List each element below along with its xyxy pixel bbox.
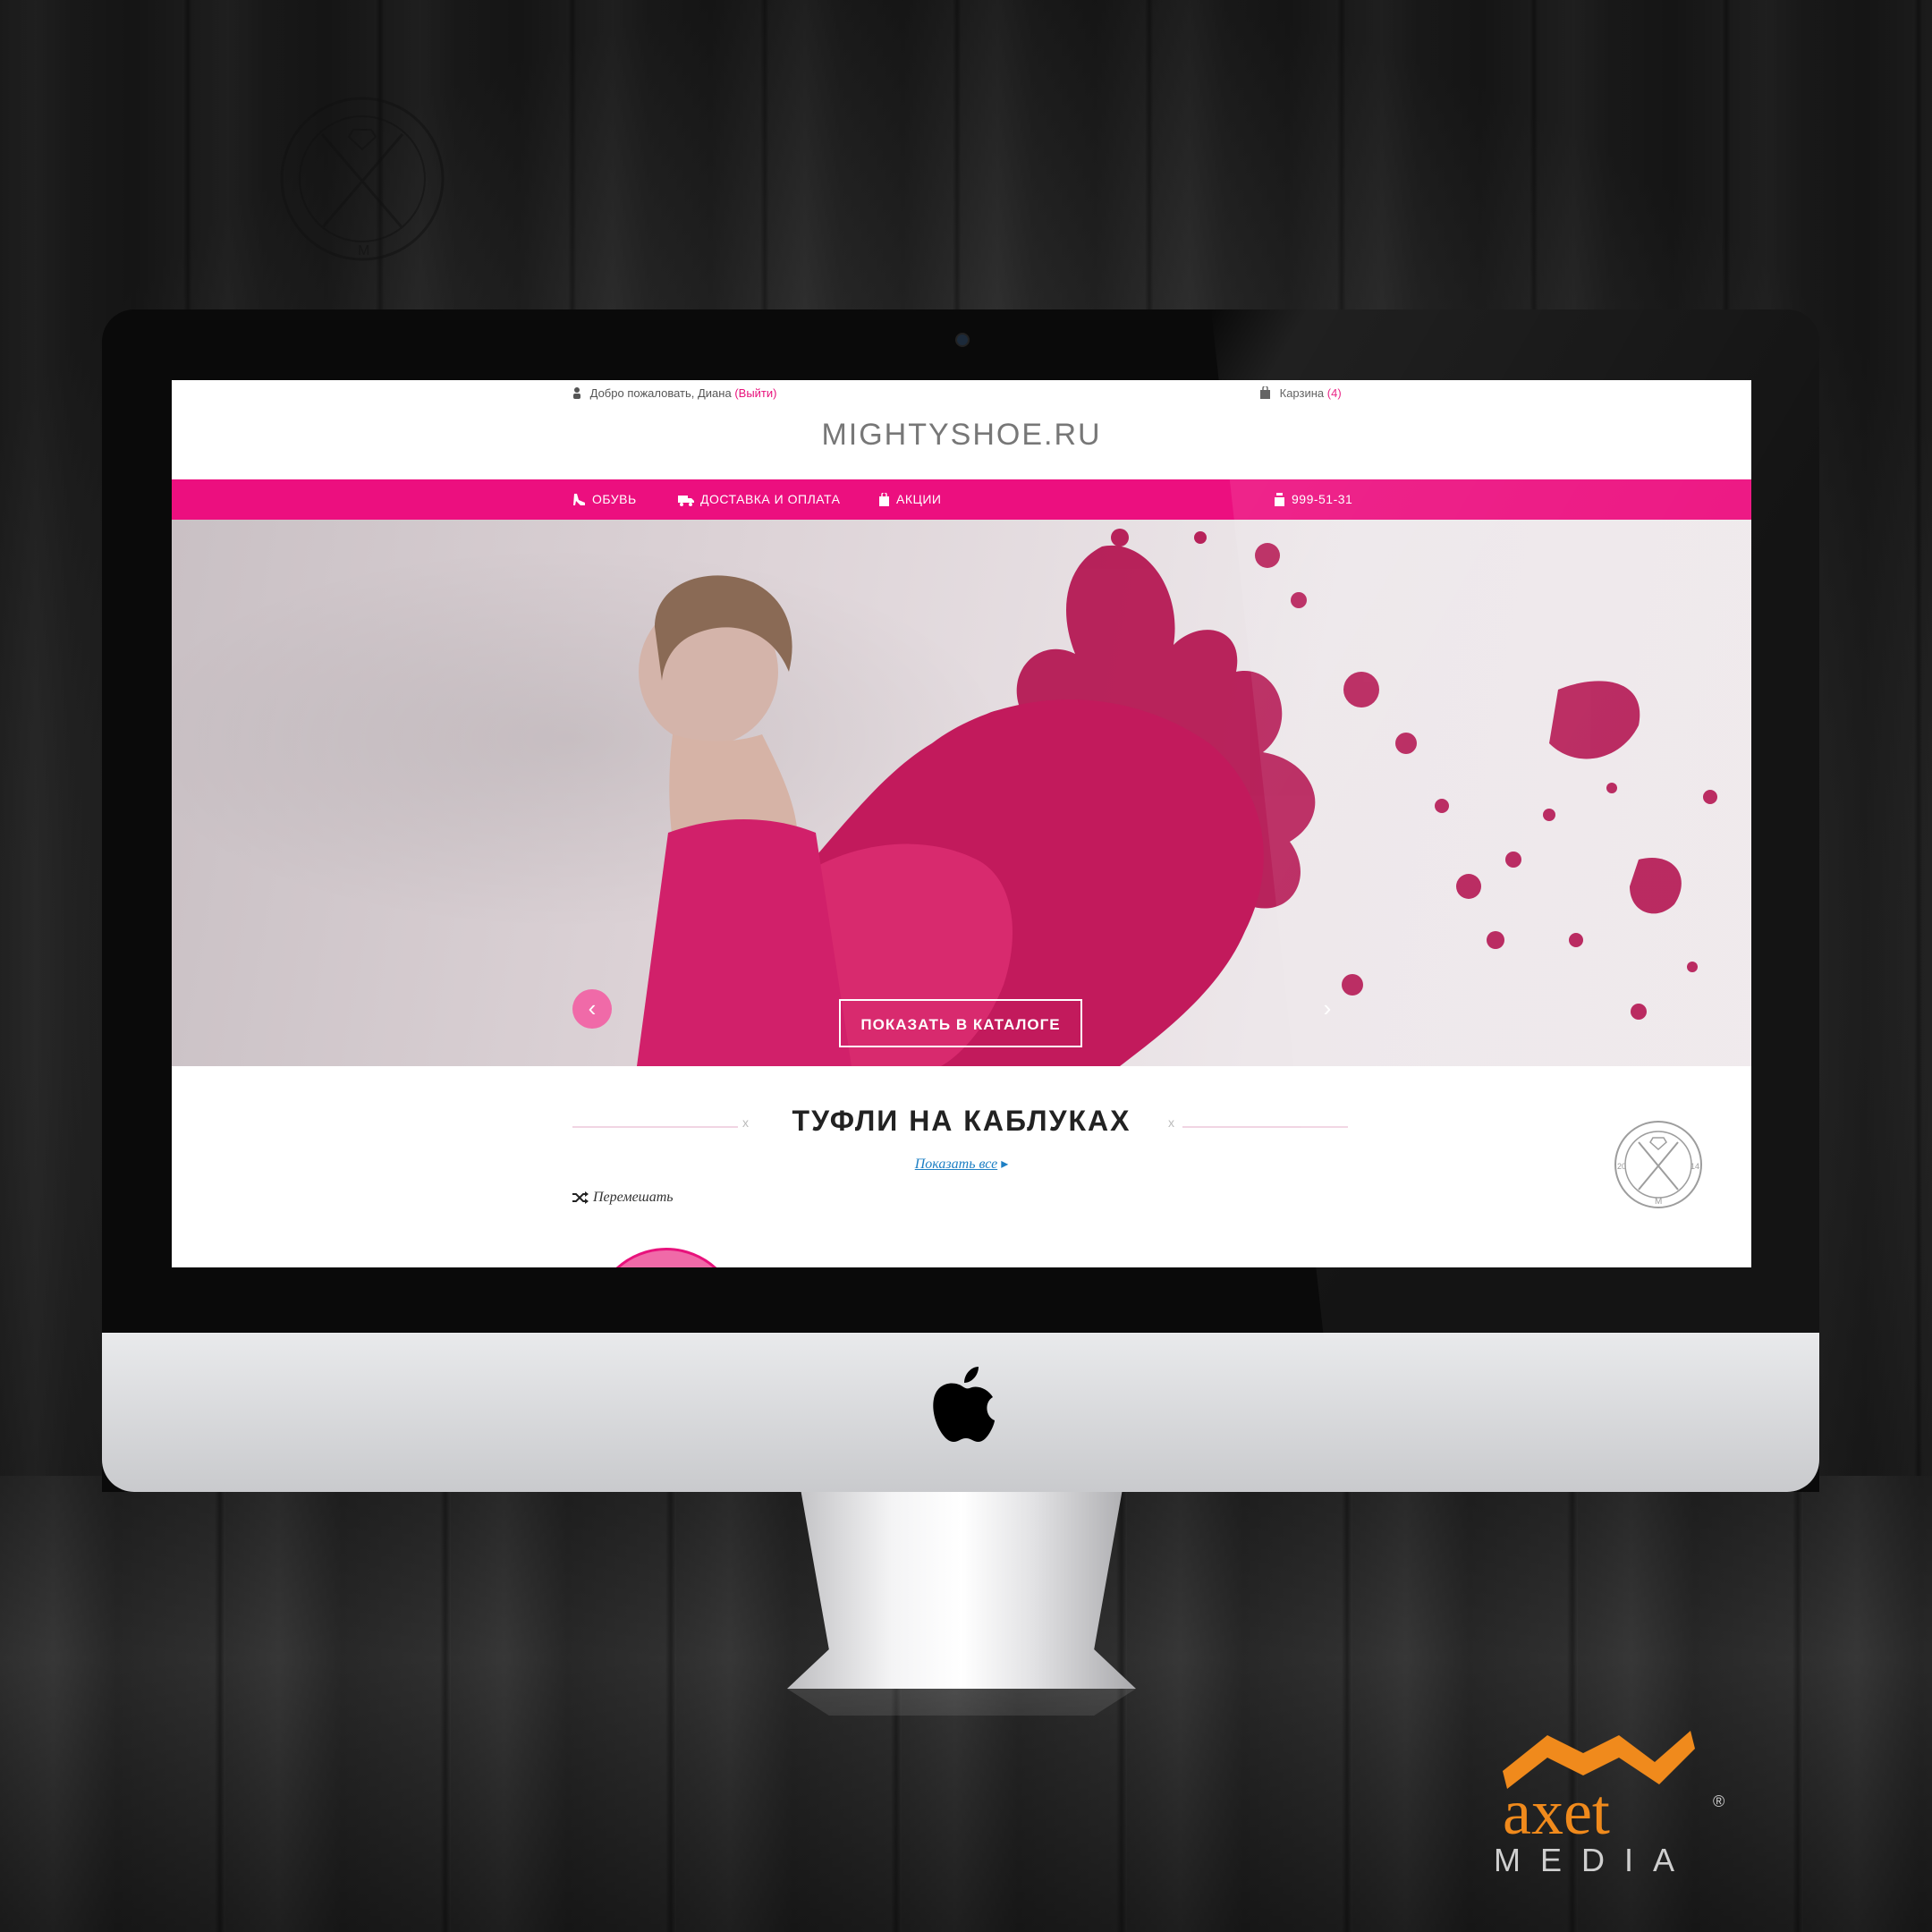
imac-stand bbox=[787, 1492, 1136, 1689]
badge-right-year: 14 bbox=[1690, 1162, 1699, 1171]
product-badge bbox=[592, 1248, 741, 1267]
brand-badge-icon: 20 14 M bbox=[1614, 1121, 1702, 1208]
nav-label-shoes: ОБУВЬ bbox=[592, 492, 637, 506]
shuffle-label: Перемешать bbox=[593, 1190, 674, 1205]
wall-emblem-icon: M bbox=[280, 97, 445, 261]
main-nav: ОБУВЬ ДОСТАВКА И ОПЛАТА АКЦИИ 999-51-31 bbox=[172, 479, 1751, 520]
cart-link[interactable]: Карзина (4) bbox=[1259, 386, 1342, 400]
site-logo[interactable]: MIGHTYSHOE.RU bbox=[172, 418, 1751, 453]
cart-bag-icon bbox=[1260, 386, 1270, 399]
badge-left-year: 20 bbox=[1617, 1162, 1626, 1171]
divider-mark-right: x bbox=[1168, 1115, 1174, 1130]
cart-label: Карзина bbox=[1279, 386, 1325, 400]
show-all-marker: ▸ bbox=[1001, 1157, 1009, 1172]
nav-label-promo: АКЦИИ bbox=[896, 492, 942, 506]
section-title: ТУФЛИ НА КАБЛУКАХ bbox=[792, 1105, 1131, 1137]
shoe-icon bbox=[573, 494, 585, 505]
shuffle-button[interactable]: Перемешать bbox=[572, 1190, 674, 1206]
nav-item-delivery[interactable]: ДОСТАВКА И ОПЛАТА bbox=[678, 479, 840, 520]
badge-letter: M bbox=[1655, 1197, 1662, 1207]
welcome-area: Добро пожаловать, Диана (Выйти) bbox=[572, 386, 776, 400]
title-divider-right bbox=[1182, 1126, 1348, 1128]
phone-icon bbox=[1275, 493, 1284, 506]
top-bar: Добро пожаловать, Диана (Выйти) Карзина … bbox=[172, 380, 1751, 479]
slider-prev-button[interactable]: ‹ bbox=[572, 989, 612, 1029]
axet-brand-text: axet bbox=[1503, 1776, 1610, 1848]
hero-image bbox=[637, 529, 1717, 1066]
slider-next-button[interactable]: › bbox=[1308, 989, 1347, 1029]
phone-number: 999-51-31 bbox=[1292, 492, 1353, 506]
axet-media-text: MEDIA bbox=[1494, 1842, 1694, 1878]
axet-registered-mark: ® bbox=[1713, 1792, 1724, 1810]
nav-item-promo[interactable]: АКЦИИ bbox=[878, 479, 941, 520]
welcome-text: Добро пожаловать, Диана bbox=[589, 386, 732, 400]
user-icon bbox=[573, 387, 580, 399]
website-screen: Добро пожаловать, Диана (Выйти) Карзина … bbox=[172, 380, 1751, 1267]
svg-text:M: M bbox=[358, 243, 369, 258]
truck-icon bbox=[678, 496, 694, 506]
shuffle-icon bbox=[572, 1191, 589, 1204]
show-in-catalog-button[interactable]: ПОКАЗАТЬ В КАТАЛОГЕ bbox=[839, 999, 1082, 1047]
nav-item-shoes[interactable]: ОБУВЬ bbox=[572, 479, 637, 520]
apple-logo-icon bbox=[933, 1367, 995, 1442]
bag-icon bbox=[879, 491, 889, 506]
cart-count: (4) bbox=[1326, 386, 1342, 400]
logout-link[interactable]: (Выйти) bbox=[734, 386, 776, 400]
camera-icon bbox=[955, 333, 970, 347]
nav-phone[interactable]: 999-51-31 bbox=[1274, 479, 1352, 520]
show-all-text: Показать все bbox=[914, 1157, 998, 1172]
axet-media-watermark: axet ® MEDIA bbox=[1494, 1731, 1724, 1878]
hero-slider: ПОКАЗАТЬ В КАТАЛОГЕ ‹ › bbox=[172, 520, 1751, 1066]
nav-label-delivery: ДОСТАВКА И ОПЛАТА bbox=[700, 492, 841, 506]
show-all-link[interactable]: Показать все ▸ bbox=[172, 1155, 1751, 1173]
